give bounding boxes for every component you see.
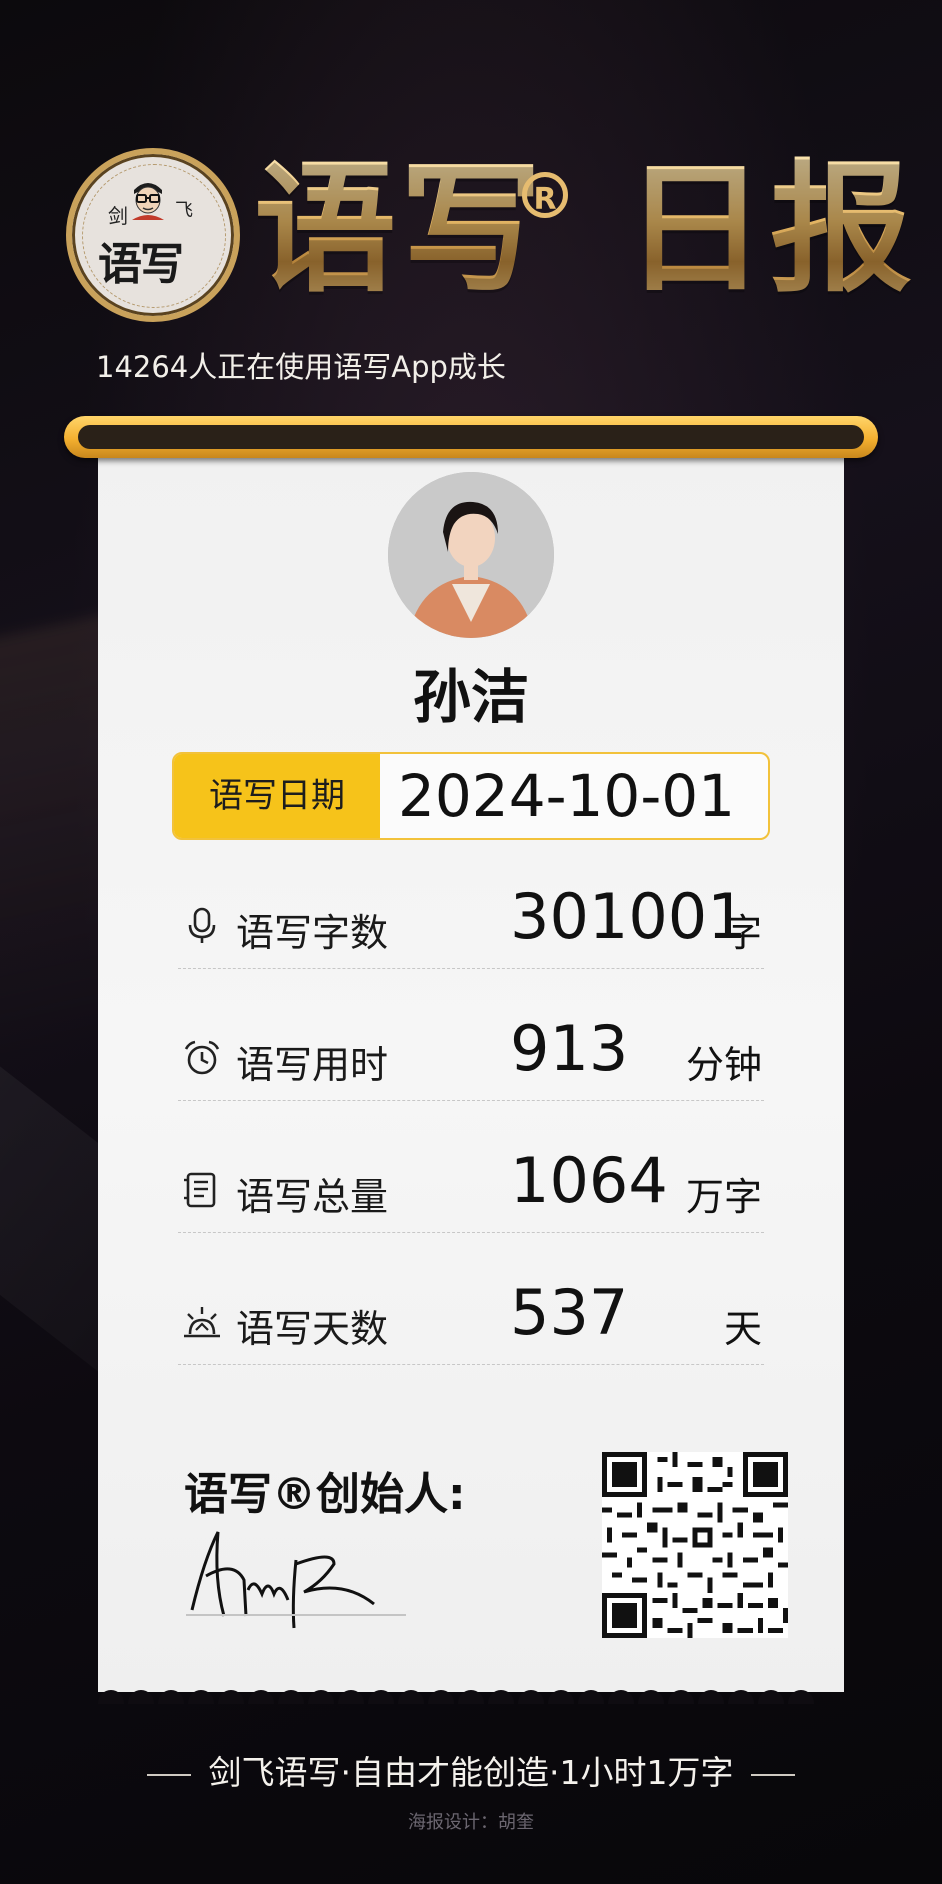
tagline-text: 剑飞语写·自由才能创造·1小时1万字 — [208, 1753, 734, 1792]
stat-value: 913 — [510, 1012, 629, 1085]
scroll-rod — [64, 416, 878, 458]
stat-unit: 万字 — [685, 1175, 762, 1219]
stat-row-word-count: 语写字数 301001 字 — [178, 872, 764, 969]
document-icon — [184, 1172, 216, 1208]
logo-text-jian: 剑 — [108, 204, 128, 228]
stat-row-days: 语写天数 537 天 — [178, 1268, 764, 1365]
date-box: 语写日期 2024-10-01 — [172, 752, 770, 840]
design-credit: 海报设计：胡奎 — [408, 1812, 534, 1833]
logo-text-yuxie: 语写 — [98, 239, 184, 290]
title-main: 语写 — [254, 147, 546, 312]
logo-text-fei: 飞 — [175, 200, 193, 221]
stat-value: 537 — [510, 1276, 629, 1349]
brand-logo: 剑 飞 语写 — [66, 148, 240, 322]
founder-caricature-icon — [132, 183, 164, 220]
signature-line — [186, 1614, 406, 1616]
date-value: 2024-10-01 — [398, 762, 736, 830]
card-scalloped-edge — [98, 1680, 844, 1704]
qr-code[interactable] — [602, 1452, 788, 1638]
stat-value: 301001 — [510, 880, 747, 953]
stat-label: 语写字数 — [236, 911, 389, 955]
date-label: 语写日期 — [174, 754, 380, 838]
active-users-text: 14264人正在使用语写App成长 — [96, 350, 506, 384]
sunrise-icon — [184, 1307, 220, 1338]
stat-label: 语写总量 — [236, 1175, 389, 1219]
stat-row-time: 语写用时 913 分钟 — [178, 1004, 764, 1101]
stat-label: 语写用时 — [236, 1043, 389, 1087]
stat-unit: 字 — [723, 911, 762, 955]
stat-unit: 天 — [723, 1307, 762, 1351]
founder-label: 语写®创始人: — [184, 1469, 466, 1520]
footer-tagline: 剑飞语写·自由才能创造·1小时1万字 — [0, 1746, 942, 1794]
microphone-icon — [188, 907, 216, 943]
user-avatar — [388, 472, 554, 638]
stat-unit: 分钟 — [685, 1043, 762, 1087]
divider-line — [751, 1773, 796, 1776]
title-suffix: 日报 — [624, 147, 916, 312]
stat-label: 语写天数 — [236, 1307, 389, 1351]
page-title: 语写 日报 — [254, 150, 916, 310]
divider-line — [146, 1773, 191, 1776]
alarm-clock-icon — [184, 1040, 220, 1075]
person-portrait-icon — [388, 472, 554, 638]
stat-row-total: 语写总量 1064 万字 — [178, 1136, 764, 1233]
user-name: 孙洁 — [412, 663, 529, 731]
stat-value: 1064 — [510, 1144, 668, 1217]
founder-signature — [190, 1531, 375, 1629]
registered-mark-icon: R — [522, 172, 568, 218]
